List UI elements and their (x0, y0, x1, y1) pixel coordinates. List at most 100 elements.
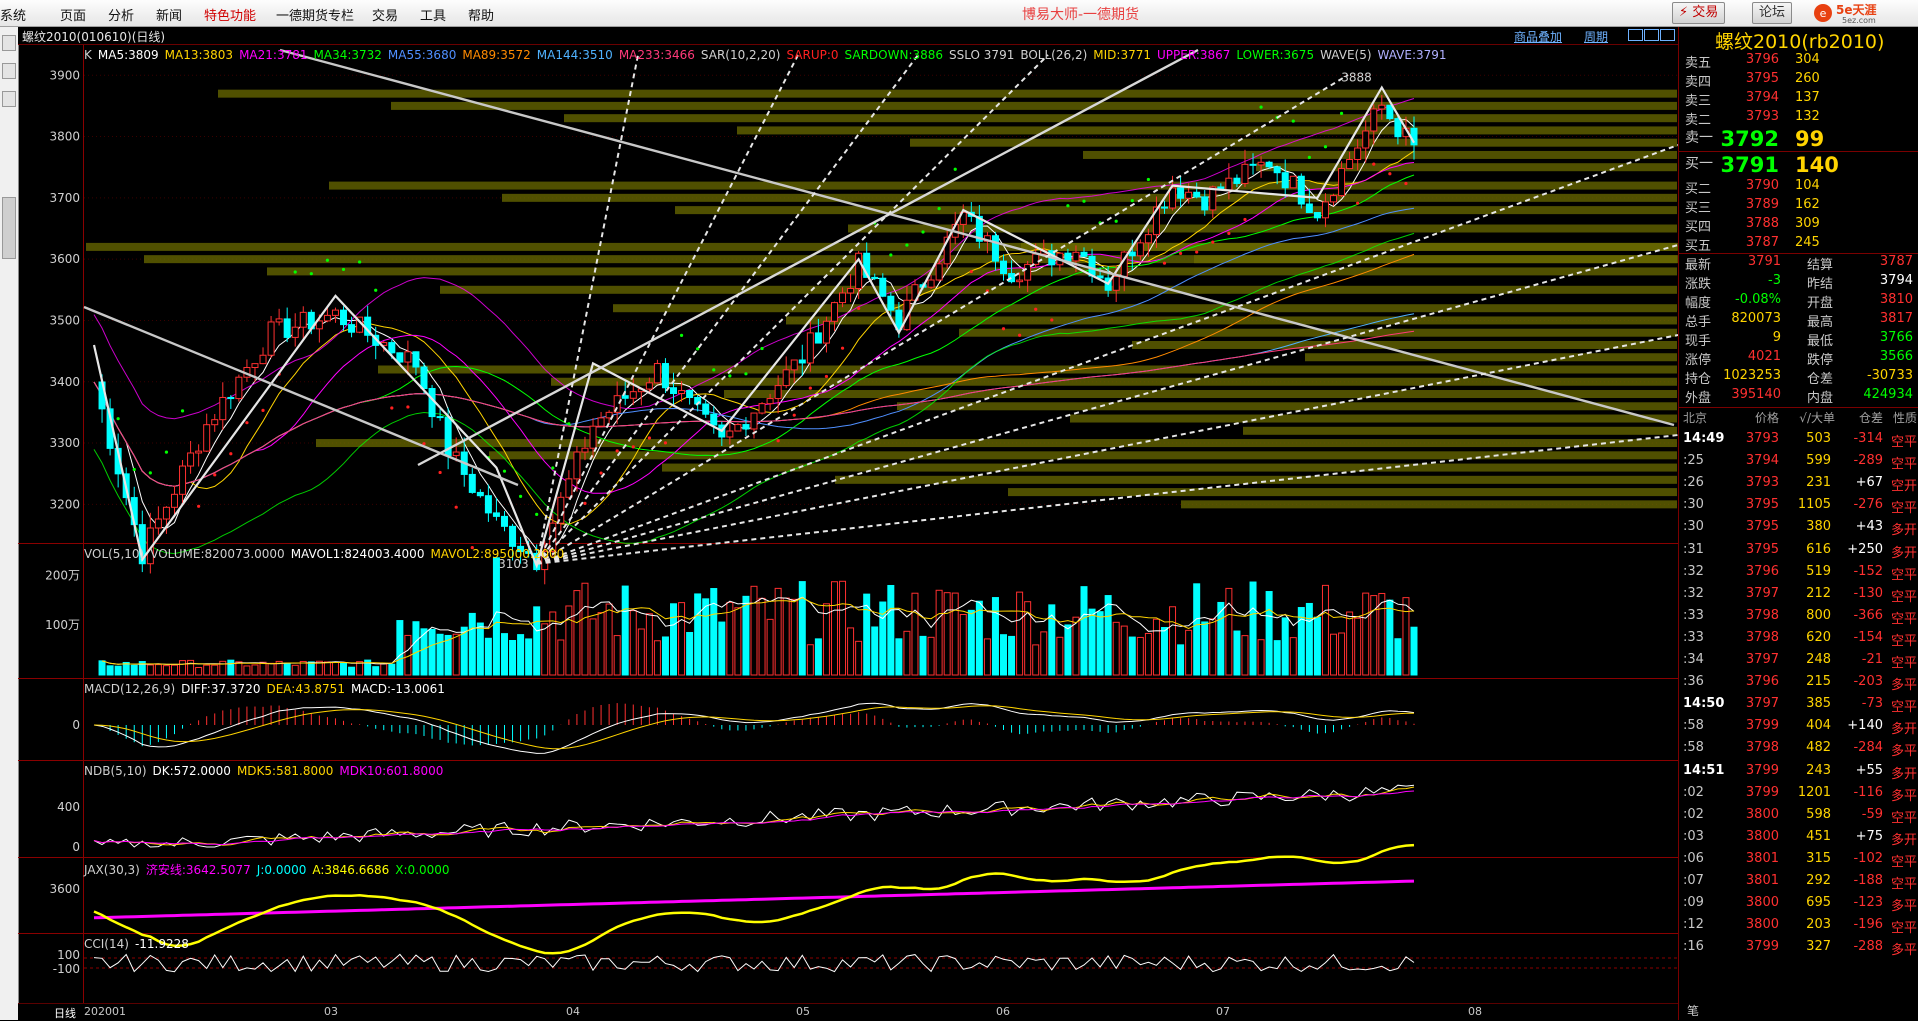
volume-bar (678, 602, 686, 676)
volume-bar (1305, 602, 1313, 676)
volume-bar (1249, 581, 1257, 676)
volume-bar (484, 637, 492, 676)
volume-bar (605, 603, 613, 676)
candle-body (935, 263, 943, 281)
legend-entry: UPPER:3867 (1156, 48, 1231, 62)
chart-area[interactable]: 3900380037003600350034003300320031033888… (18, 45, 1678, 1003)
candle-body (710, 413, 718, 426)
volume-bar (822, 603, 830, 676)
volume-bar (396, 620, 404, 676)
tick-row: 14:50 3797 385 -73 空平 (1679, 696, 1918, 718)
volume-bar (1410, 626, 1418, 676)
legend-entry: -11.9228 (134, 937, 189, 951)
orderbook-volume: 132 (1795, 109, 1820, 124)
sar-dot (1323, 145, 1328, 149)
sar-dot (921, 230, 925, 234)
sar-dot (808, 386, 812, 390)
orderbook-row[interactable]: 买五 3787 245 (1679, 235, 1918, 254)
overlay-link[interactable]: 商品叠加 (1514, 28, 1562, 45)
volume-bar (1008, 635, 1016, 676)
orderbook-label: 买一 (1685, 156, 1713, 172)
orderbook-row[interactable]: 卖二 3793 132 (1679, 109, 1918, 128)
candle-body (1144, 234, 1152, 244)
sar-dot (1291, 119, 1295, 123)
volume-bar (927, 636, 935, 676)
volume-bar (283, 662, 291, 676)
orderbook-volume: 309 (1795, 216, 1820, 231)
menu-page[interactable]: 页面 (60, 5, 86, 24)
volume-bar (814, 638, 822, 676)
legend-entry: K (84, 48, 92, 62)
volume-bar (444, 634, 452, 676)
candle-body (1177, 187, 1185, 199)
tick-header-chg: 仓差 (1858, 411, 1883, 425)
orderbook-row[interactable]: 买一 3791 140 (1679, 153, 1918, 177)
sar-dot (406, 405, 410, 409)
menu-news[interactable]: 新闻 (156, 5, 182, 24)
orderbook-row[interactable]: 卖一 3792 99 (1679, 127, 1918, 151)
forum-button[interactable]: 论坛 (1752, 2, 1793, 24)
volume-bar (1056, 636, 1064, 676)
stat-value: -0.08% (1735, 292, 1781, 307)
volume-bar (975, 600, 983, 676)
sar-dot (937, 207, 941, 211)
stat-label: 跌停 (1807, 353, 1834, 368)
volume-bar (331, 661, 339, 676)
toolbar-btn-2[interactable] (2, 63, 16, 79)
period-link[interactable]: 周期 (1584, 28, 1608, 45)
scrollbar-thumb[interactable] (2, 197, 16, 259)
trade-button[interactable]: ⚡ 交易 (1672, 2, 1726, 24)
date-tick: 06 (996, 1005, 1010, 1018)
candle-body (847, 287, 855, 294)
legend-entry: MACD:-13.0061 (350, 682, 445, 696)
menu-analysis[interactable]: 分析 (108, 5, 134, 24)
volume-bar (1104, 595, 1112, 676)
candle-body (1321, 201, 1329, 219)
sar-dot (374, 288, 378, 292)
orderbook-row[interactable]: 买三 3789 162 (1679, 197, 1918, 216)
tick-position-change: -288 (1853, 939, 1883, 955)
orderbook-row[interactable]: 卖四 3795 260 (1679, 71, 1918, 90)
volume-bar (388, 663, 396, 676)
tick-row: :33 3798 800 -366 空平 (1679, 608, 1918, 630)
orderbook-row[interactable]: 卖三 3794 137 (1679, 90, 1918, 109)
stat-value: 1023253 (1723, 368, 1781, 383)
toolbar-btn-3[interactable] (2, 91, 16, 107)
orderbook-label: 卖二 (1685, 113, 1712, 128)
volume-bar (1040, 631, 1048, 676)
menu-help[interactable]: 帮助 (468, 5, 494, 24)
toolbar-btn-1[interactable] (2, 35, 16, 51)
volume-bar (766, 618, 774, 676)
menu-yide-column[interactable]: 一德期货专栏 (276, 5, 354, 24)
orderbook-row[interactable]: 买二 3790 104 (1679, 178, 1918, 197)
orderbook-row[interactable]: 卖五 3796 304 (1679, 52, 1918, 71)
menu-trade[interactable]: 交易 (372, 5, 398, 24)
volume-bar (702, 598, 710, 676)
volume-bar (187, 659, 195, 676)
menu-system[interactable]: 系统 (0, 5, 26, 24)
tick-volume: 380 (1806, 519, 1831, 535)
volume-profile-bar (1083, 150, 1677, 159)
tick-price: 3793 (1745, 431, 1779, 446)
volume-profile-bar (86, 242, 1678, 251)
volume-bar (895, 638, 903, 676)
tick-volume: 215 (1806, 674, 1831, 690)
orderbook-row[interactable]: 买四 3788 309 (1679, 216, 1918, 235)
candle-body (1313, 212, 1321, 219)
candle-body (1257, 161, 1265, 166)
volume-bar (597, 612, 605, 676)
tick-header-nature: 性质 (1892, 411, 1917, 425)
tick-row: :58 3799 404 +140 多开 (1679, 718, 1918, 740)
volume-bar (653, 640, 661, 676)
tick-row: :16 3799 327 -288 多平 (1679, 939, 1918, 961)
price-tick-label: 3700 (49, 191, 80, 205)
menu-features[interactable]: 特色功能 (204, 5, 256, 24)
svg-text:e: e (1820, 7, 1827, 20)
volume-profile-bar (1070, 414, 1677, 423)
menu-tools[interactable]: 工具 (420, 5, 446, 24)
window-buttons[interactable] (1628, 29, 1676, 41)
candle-body (452, 451, 460, 457)
tick-price: 3799 (1745, 784, 1779, 800)
logo-text: 5e天涯 (1836, 3, 1877, 17)
tick-time: 14:50 (1683, 696, 1725, 712)
